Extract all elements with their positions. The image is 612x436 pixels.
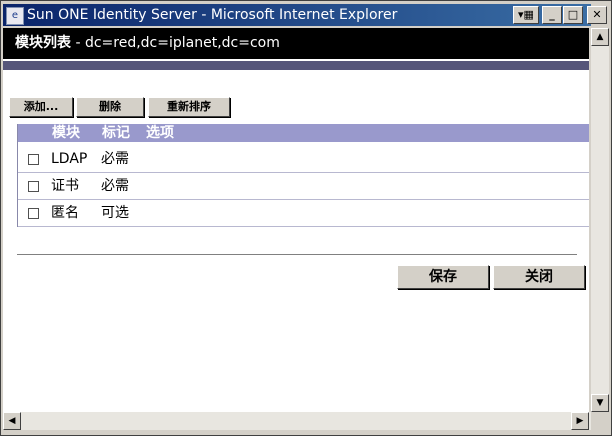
maximize-button[interactable]: □ <box>563 6 583 24</box>
table-header: 模块 标记 选项 <box>18 124 589 142</box>
page-subtitle: - dc=red,dc=iplanet,dc=com <box>75 35 280 51</box>
row-checkbox[interactable] <box>28 154 39 165</box>
row-checkbox[interactable] <box>28 181 39 192</box>
accent-bar <box>3 61 589 70</box>
ie-page-icon[interactable]: e <box>6 7 24 25</box>
module-name: LDAP <box>51 151 88 167</box>
close-window-button[interactable]: ✕ <box>587 6 607 24</box>
column-header-options: 选项 <box>146 125 174 141</box>
delete-button[interactable]: 删除 <box>76 97 144 117</box>
scroll-right-icon[interactable]: ▶ <box>571 412 589 430</box>
table-row: 匿名 可选 <box>18 200 589 227</box>
page-content: 模块列表 - dc=red,dc=iplanet,dc=com 添加... 删除… <box>3 28 589 412</box>
module-flag: 必需 <box>101 151 129 167</box>
module-table: 模块 标记 选项 LDAP 必需 证书 必需 匿名 可选 <box>17 124 589 227</box>
column-header-flag: 标记 <box>102 125 130 141</box>
window-title: Sun ONE Identity Server - Microsoft Inte… <box>27 7 398 23</box>
save-button[interactable]: 保存 <box>397 265 489 289</box>
vertical-scrollbar[interactable]: ▲ ▼ <box>591 28 609 412</box>
module-flag: 必需 <box>101 178 129 194</box>
scrollbar-corner <box>591 412 609 430</box>
table-row: 证书 必需 <box>18 173 589 200</box>
title-bar[interactable]: e Sun ONE Identity Server - Microsoft In… <box>3 4 591 26</box>
minimize-button[interactable]: _ <box>542 6 562 24</box>
help-menu-button[interactable]: ▾▦ <box>513 6 539 24</box>
page-header: 模块列表 - dc=red,dc=iplanet,dc=com <box>3 28 589 59</box>
scroll-up-icon[interactable]: ▲ <box>591 28 609 46</box>
reorder-button[interactable]: 重新排序 <box>148 97 230 117</box>
page-title: 模块列表 <box>15 35 71 51</box>
scroll-down-icon[interactable]: ▼ <box>591 394 609 412</box>
module-name: 匿名 <box>51 205 79 221</box>
browser-window: e Sun ONE Identity Server - Microsoft In… <box>0 0 612 436</box>
add-button[interactable]: 添加... <box>9 97 73 117</box>
scroll-left-icon[interactable]: ◀ <box>3 412 21 430</box>
table-row: LDAP 必需 <box>18 146 589 173</box>
horizontal-scrollbar[interactable]: ◀ ▶ <box>3 412 591 430</box>
divider-highlight <box>17 255 577 256</box>
module-flag: 可选 <box>101 205 129 221</box>
module-name: 证书 <box>51 178 79 194</box>
close-button[interactable]: 关闭 <box>493 265 585 289</box>
row-checkbox[interactable] <box>28 208 39 219</box>
column-header-module: 模块 <box>52 125 80 141</box>
